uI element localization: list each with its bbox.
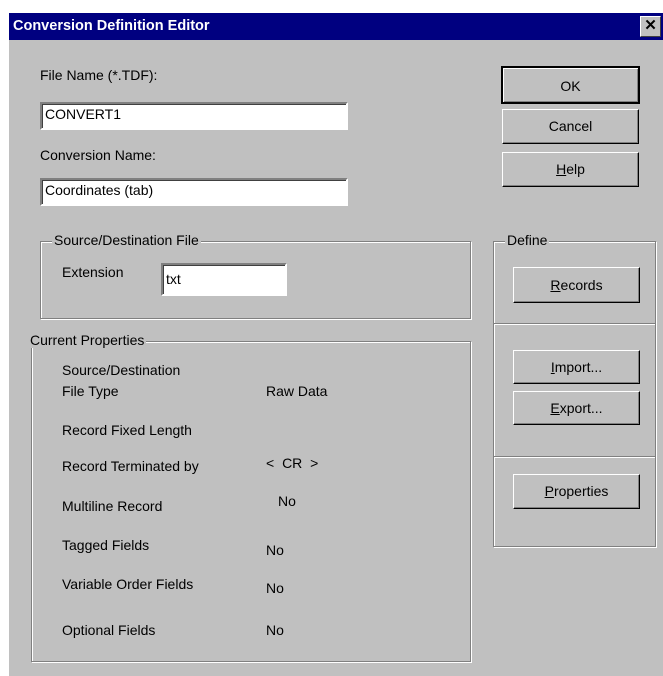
current-properties-group-title: Current Properties <box>28 332 147 348</box>
optional-fields-value: No <box>266 622 284 638</box>
fixed-length-label: Record Fixed Length <box>62 422 192 438</box>
cancel-button[interactable]: Cancel <box>502 109 639 144</box>
file-name-label: File Name (*.TDF): <box>40 67 158 83</box>
help-button[interactable]: Help <box>502 152 639 187</box>
multiline-label: Multiline Record <box>62 498 163 514</box>
tagged-fields-label: Tagged Fields <box>62 537 150 553</box>
variable-order-label: Variable Order Fields <box>62 576 194 592</box>
terminated-by-value: < CR > <box>266 455 319 471</box>
file-type-label-line1: Source/Destination <box>62 362 181 378</box>
conversion-definition-dialog: Conversion Definition Editor ✕ File Name… <box>9 13 663 676</box>
export-button-label: Export... <box>550 400 603 416</box>
terminated-by-label: Record Terminated by <box>62 458 199 474</box>
optional-fields-label: Optional Fields <box>62 622 156 638</box>
cancel-button-label: Cancel <box>548 118 593 134</box>
file-name-input[interactable]: CONVERT1 <box>40 102 348 130</box>
file-type-label-line2: File Type <box>62 383 119 399</box>
extension-label: Extension <box>62 264 124 280</box>
conversion-name-input[interactable]: Coordinates (tab) <box>40 178 348 206</box>
close-icon: ✕ <box>644 17 657 34</box>
export-button[interactable]: Export... <box>513 391 640 425</box>
define-separator-bottom <box>494 456 655 458</box>
records-button[interactable]: Records <box>513 267 640 303</box>
variable-order-value: No <box>266 580 284 596</box>
ok-button[interactable]: OK <box>501 66 640 104</box>
file-type-value: Raw Data <box>266 383 328 399</box>
title-bar[interactable]: Conversion Definition Editor ✕ <box>9 13 663 40</box>
define-separator-top <box>494 323 655 325</box>
extension-input[interactable]: txt <box>161 263 287 296</box>
define-group-title: Define <box>505 232 550 248</box>
source-destination-group-title: Source/Destination File <box>52 232 201 248</box>
records-button-label: Records <box>550 277 603 293</box>
close-button[interactable]: ✕ <box>640 16 661 37</box>
ok-button-label: OK <box>560 78 581 94</box>
import-button-label: Import... <box>550 359 603 375</box>
properties-button[interactable]: Properties <box>513 474 640 509</box>
tagged-fields-value: No <box>266 542 284 558</box>
multiline-value: No <box>278 493 296 509</box>
window-title: Conversion Definition Editor <box>13 18 210 34</box>
conversion-name-label: Conversion Name: <box>40 147 156 163</box>
help-button-label: Help <box>556 161 585 177</box>
properties-button-label: Properties <box>544 483 609 499</box>
import-button[interactable]: Import... <box>513 350 640 384</box>
